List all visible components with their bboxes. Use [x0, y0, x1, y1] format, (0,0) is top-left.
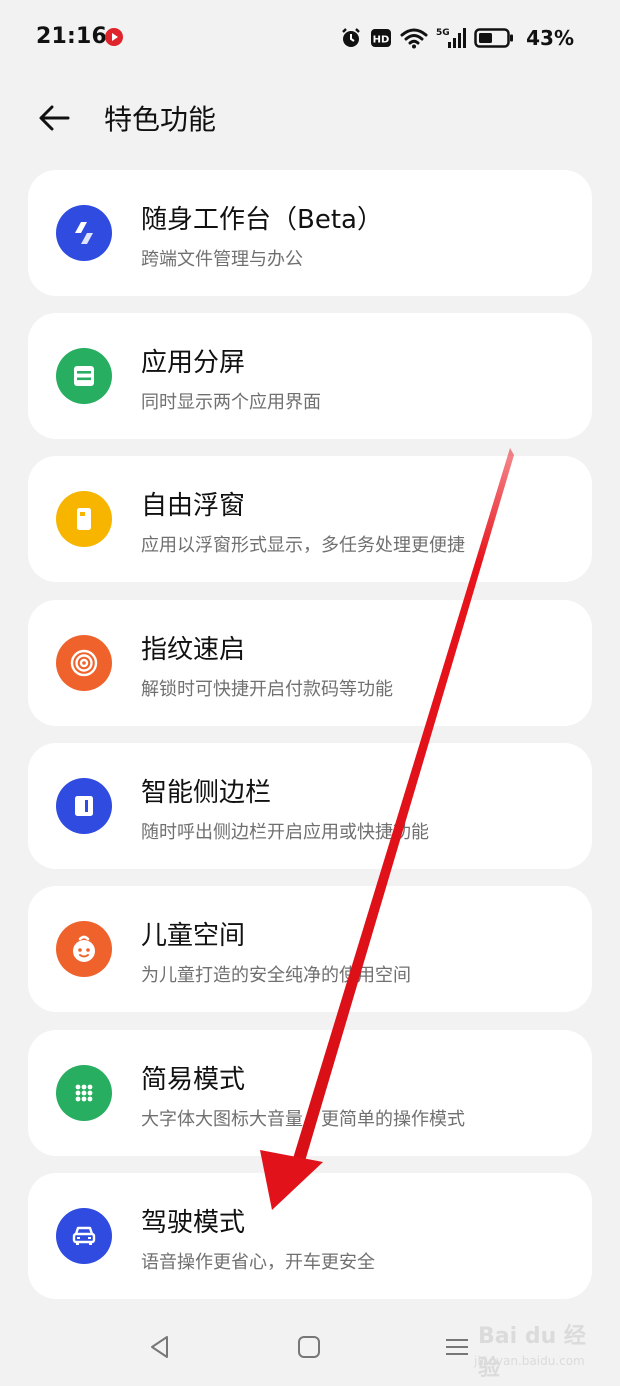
- feature-title: 简易模式: [141, 1065, 246, 1095]
- feature-icon-bg: [56, 778, 112, 834]
- nav-home-icon[interactable]: [294, 1332, 324, 1362]
- feature-card-kid-space[interactable]: 儿童空间 为儿童打造的安全纯净的使用空间: [28, 886, 592, 1012]
- floating-window-icon: [77, 508, 91, 530]
- app-notification-icon: [105, 28, 123, 46]
- cellular-signal-icon: 5G: [436, 28, 467, 48]
- feature-subtitle: 解锁时可快捷开启付款码等功能: [141, 679, 393, 700]
- feature-icon-bg: [56, 1065, 112, 1121]
- battery-icon: [474, 28, 514, 48]
- feature-title: 应用分屏: [141, 348, 246, 378]
- feature-card-simple-mode[interactable]: 简易模式 大字体大图标大音量，更简单的操作模式: [28, 1030, 592, 1156]
- watermark-url: jingyan.baidu.com: [474, 1354, 585, 1368]
- car-icon: [72, 1226, 96, 1245]
- feature-subtitle: 语音操作更省心，开车更安全: [141, 1252, 375, 1273]
- grid-dots-icon: [75, 1084, 93, 1102]
- feature-card-driving-mode[interactable]: 驾驶模式 语音操作更省心，开车更安全: [28, 1173, 592, 1299]
- feature-title: 指纹速启: [141, 635, 246, 665]
- page-title: 特色功能: [104, 103, 217, 136]
- svg-text:5G: 5G: [436, 28, 450, 38]
- status-bar: 21:16 HD 5G 43%: [0, 0, 620, 76]
- feature-title: 自由浮窗: [141, 491, 246, 521]
- feature-card-split-screen[interactable]: 应用分屏 同时显示两个应用界面: [28, 313, 592, 439]
- feature-card-fingerprint[interactable]: 指纹速启 解锁时可快捷开启付款码等功能: [28, 600, 592, 726]
- feature-card-workbench[interactable]: 随身工作台（Beta） 跨端文件管理与办公: [28, 170, 592, 296]
- feature-subtitle: 跨端文件管理与办公: [141, 249, 303, 270]
- feature-icon-bg: [56, 1208, 112, 1264]
- battery-percent: 43%: [526, 26, 574, 50]
- fingerprint-icon: [70, 649, 98, 677]
- wifi-icon: [400, 28, 428, 49]
- kid-face-icon: [73, 935, 95, 962]
- back-arrow-icon[interactable]: [36, 100, 80, 136]
- feature-title: 随身工作台（Beta）: [141, 205, 383, 235]
- nav-recents-icon[interactable]: [442, 1332, 472, 1362]
- feature-card-smart-sidebar[interactable]: 智能侧边栏 随时呼出侧边栏开启应用或快捷功能: [28, 743, 592, 869]
- svg-text:HD: HD: [373, 35, 390, 46]
- feature-icon-bg: [56, 635, 112, 691]
- feature-subtitle: 随时呼出侧边栏开启应用或快捷功能: [141, 822, 429, 843]
- feature-title: 驾驶模式: [141, 1208, 246, 1238]
- feature-icon-bg: [56, 921, 112, 977]
- page-header: 特色功能: [0, 86, 620, 150]
- split-screen-icon: [74, 366, 94, 386]
- feature-card-floating-window[interactable]: 自由浮窗 应用以浮窗形式显示，多任务处理更便捷: [28, 456, 592, 582]
- hd-icon: HD: [371, 29, 392, 47]
- status-time: 21:16: [36, 24, 108, 49]
- feature-icon-bg: [56, 205, 112, 261]
- feature-title: 智能侧边栏: [141, 778, 272, 808]
- sidebar-icon: [75, 796, 93, 816]
- feature-subtitle: 应用以浮窗形式显示，多任务处理更便捷: [141, 535, 465, 556]
- feature-icon-bg: [56, 348, 112, 404]
- feature-subtitle: 同时显示两个应用界面: [141, 392, 321, 413]
- feature-title: 儿童空间: [141, 921, 246, 951]
- feature-subtitle: 为儿童打造的安全纯净的使用空间: [141, 965, 411, 986]
- feature-icon-bg: [56, 491, 112, 547]
- alarm-icon: [342, 28, 360, 47]
- watermark: Bai du 经验 jingyan.baidu.com: [472, 1318, 592, 1381]
- status-icons: HD 5G 43%: [340, 24, 574, 52]
- watermark-logo: Bai du 经验: [478, 1324, 586, 1381]
- nav-back-icon[interactable]: [145, 1332, 175, 1362]
- feature-subtitle: 大字体大图标大音量，更简单的操作模式: [141, 1109, 465, 1130]
- workbench-icon: [75, 222, 93, 244]
